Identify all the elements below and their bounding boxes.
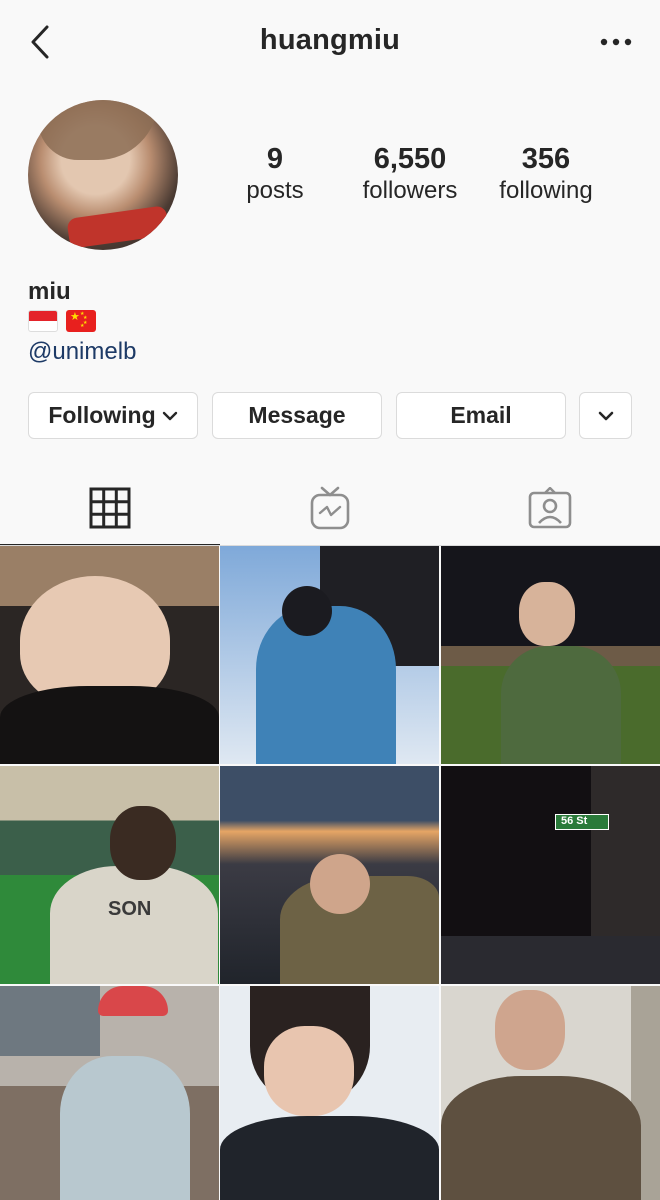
post-thumbnail[interactable] (0, 986, 219, 1200)
email-button[interactable]: Email (396, 392, 566, 439)
photo-detail (264, 1026, 354, 1116)
profile-tabs (0, 470, 660, 546)
following-count[interactable]: 356 following (486, 142, 606, 206)
photo-detail (0, 686, 219, 764)
photo-detail (50, 866, 218, 984)
tagged-icon (528, 487, 572, 529)
suggested-accounts-button[interactable] (579, 392, 632, 439)
post-thumbnail[interactable] (0, 546, 219, 764)
igtv-icon (310, 486, 350, 530)
stat-label: followers (362, 177, 458, 204)
posts-grid: SON 56 St (0, 546, 660, 1200)
top-bar: huangmiu (0, 0, 660, 86)
post-thumbnail[interactable] (220, 546, 439, 764)
post-thumbnail[interactable] (441, 546, 660, 764)
ellipsis-icon (600, 38, 632, 46)
posts-count[interactable]: 9 posts (230, 142, 320, 206)
followers-count[interactable]: 6,550 followers (350, 142, 470, 206)
post-thumbnail[interactable] (441, 986, 660, 1200)
message-button[interactable]: Message (212, 392, 382, 439)
following-button[interactable]: Following (28, 392, 198, 439)
photo-detail (282, 586, 332, 636)
tab-igtv[interactable] (220, 470, 440, 546)
bio-flags: ★ ★ ★ ★ ★ (28, 310, 96, 332)
avatar-detail (66, 205, 170, 249)
photo-detail (591, 766, 660, 936)
photo-detail (256, 606, 396, 764)
indonesia-flag-icon (28, 310, 58, 332)
avatar-hair-shape (38, 100, 158, 160)
jersey-text: SON (108, 898, 152, 920)
bio-mention-link[interactable]: @unimelb (28, 338, 136, 366)
chevron-down-icon (598, 411, 613, 420)
following-button-label: Following (48, 402, 156, 428)
stat-value: 9 (266, 143, 284, 175)
photo-detail (441, 936, 660, 984)
tab-posts-grid[interactable] (0, 470, 220, 546)
grid-icon (89, 487, 131, 529)
stat-label: following (499, 177, 593, 204)
profile-avatar[interactable] (28, 100, 178, 250)
more-options-button[interactable] (594, 22, 638, 62)
photo-detail (495, 990, 565, 1070)
photo-detail (220, 1116, 439, 1200)
post-thumbnail[interactable]: SON (0, 766, 219, 984)
profile-display-name: miu (28, 278, 71, 305)
photo-detail (60, 1056, 190, 1200)
profile-stats: 9 posts 6,550 followers 356 following (230, 142, 630, 212)
photo-detail (98, 986, 168, 1016)
post-thumbnail[interactable]: 56 St (441, 766, 660, 984)
email-button-label: Email (450, 402, 512, 428)
street-sign-text: 56 St (561, 815, 588, 827)
photo-detail (110, 806, 176, 880)
tab-tagged[interactable] (440, 470, 660, 546)
profile-username-title: huangmiu (259, 24, 401, 56)
chevron-down-icon (162, 411, 177, 420)
stat-label: posts (246, 177, 304, 204)
photo-detail (519, 582, 575, 646)
china-flag-icon: ★ ★ ★ ★ ★ (66, 310, 96, 332)
post-thumbnail[interactable] (220, 766, 439, 984)
photo-detail (441, 1076, 641, 1200)
photo-detail (0, 986, 100, 1056)
photo-detail (501, 646, 621, 764)
photo-detail (310, 854, 370, 914)
stat-value: 356 (521, 143, 571, 175)
stat-value: 6,550 (373, 143, 447, 175)
post-thumbnail[interactable] (220, 986, 439, 1200)
message-button-label: Message (248, 402, 346, 428)
